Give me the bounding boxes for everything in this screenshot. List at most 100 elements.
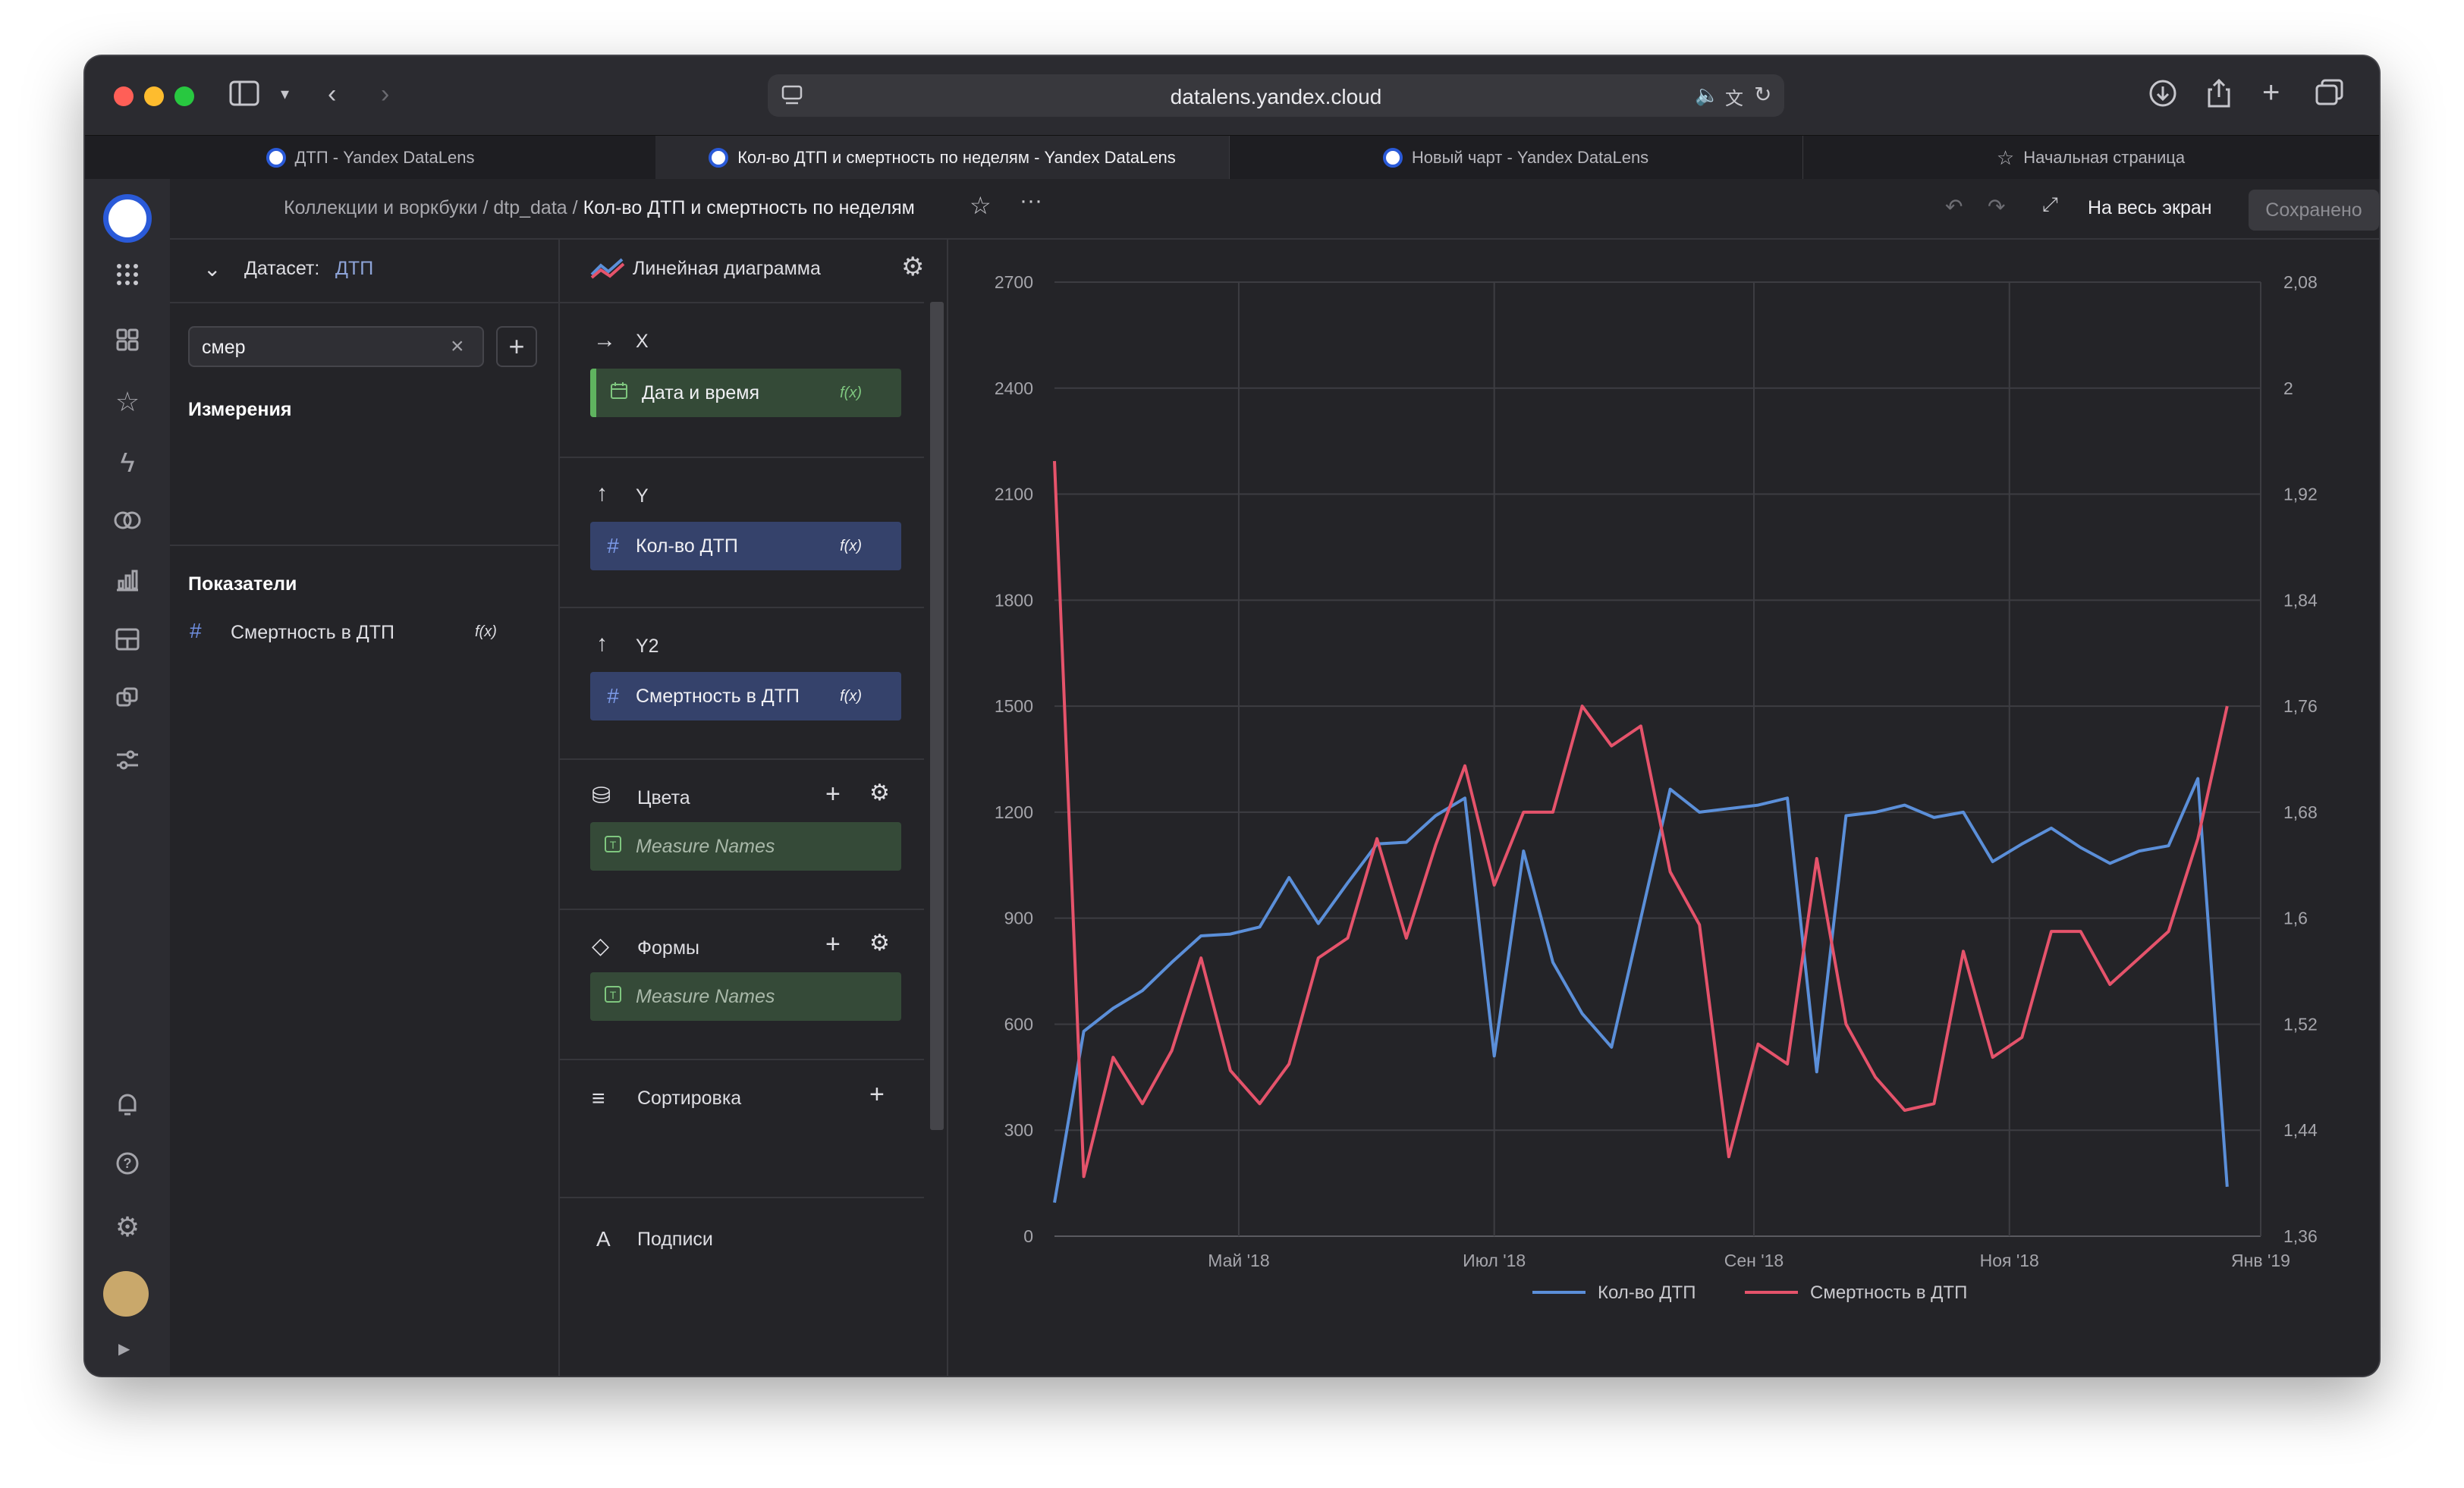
- collections-icon[interactable]: [112, 328, 143, 358]
- series-line-2: [1053, 460, 2229, 1179]
- help-icon[interactable]: ?: [112, 1151, 143, 1182]
- divider: [170, 545, 558, 546]
- settings-sliders-icon[interactable]: [112, 746, 143, 777]
- reports-icon[interactable]: [112, 686, 143, 716]
- favorites-star-icon[interactable]: ☆: [112, 387, 143, 417]
- wizard-scrollbar[interactable]: [930, 302, 944, 1130]
- text-type-icon: T: [590, 834, 636, 859]
- sidebar-toggle-icon[interactable]: [229, 80, 259, 113]
- connections-bolt-icon[interactable]: ϟ: [112, 447, 143, 478]
- chevron-down-icon[interactable]: ▾: [281, 79, 289, 109]
- x-tick-label: Янв '19: [2231, 1251, 2290, 1270]
- add-shape-plus-icon[interactable]: +: [825, 930, 841, 959]
- zoom-window-button[interactable]: [174, 86, 194, 106]
- shapes-settings-gear-icon[interactable]: ⚙: [869, 930, 890, 956]
- x-tick-label: Май '18: [1208, 1251, 1269, 1270]
- speaker-icon[interactable]: 🔈: [1695, 83, 1719, 107]
- y-tick-label: 2700: [995, 272, 1033, 292]
- charts-icon[interactable]: [112, 567, 143, 598]
- minimize-window-button[interactable]: [144, 86, 164, 106]
- hash-icon: #: [190, 619, 202, 642]
- wizard-panel: Линейная диаграмма ⚙ → X Дата и время f(…: [560, 240, 948, 1376]
- chart-area: 0 300 600 900 1200 1500 1800 2100 2400 2700 1,36 1,…: [948, 240, 2379, 1376]
- colors-field-pill[interactable]: T Measure Names: [590, 822, 901, 871]
- tab-dtp[interactable]: ДТП - Yandex DataLens: [85, 136, 656, 180]
- y2-field-pill[interactable]: # Смертность в ДТП f(x): [590, 672, 901, 720]
- notifications-bell-icon[interactable]: [112, 1092, 143, 1122]
- apps-grid-icon[interactable]: [112, 262, 143, 293]
- fullscreen-button[interactable]: На весь экран: [2088, 197, 2212, 219]
- datasets-icon[interactable]: [112, 507, 143, 537]
- datalens-logo-icon: [709, 148, 729, 168]
- x-field-pill[interactable]: Дата и время f(x): [590, 369, 901, 417]
- arrow-up-icon: ↑: [596, 631, 608, 656]
- undo-icon[interactable]: ↶: [1945, 194, 1963, 219]
- chart-type-selector[interactable]: Линейная диаграмма: [633, 258, 821, 280]
- divider: [560, 607, 924, 608]
- section-sort-label: Сортировка: [637, 1088, 742, 1109]
- saved-button[interactable]: Сохранено: [2249, 190, 2379, 231]
- legend-label: Смертность в ДТП: [1810, 1282, 1967, 1303]
- y-tick-label: 2100: [995, 485, 1033, 504]
- more-actions-icon[interactable]: ···: [1020, 188, 1042, 214]
- clear-search-icon[interactable]: ×: [451, 334, 464, 359]
- expand-nav-icon[interactable]: ▶: [118, 1339, 130, 1358]
- section-labels-label: Подписи: [637, 1229, 713, 1250]
- y2-tick-label: 1,36: [2283, 1226, 2318, 1246]
- datalens-logo-icon[interactable]: [103, 194, 152, 243]
- back-button[interactable]: ‹: [328, 79, 336, 109]
- star-icon: ☆: [1996, 146, 2015, 169]
- breadcrumb: Коллекции и воркбуки / dtp_data / Кол-во…: [284, 197, 915, 218]
- breadcrumb-collections[interactable]: Коллекции и воркбуки: [284, 197, 478, 218]
- tab-new-chart[interactable]: Новый чарт - Yandex DataLens: [1229, 136, 1803, 180]
- breadcrumb-dtp-data[interactable]: dtp_data: [493, 197, 567, 218]
- add-color-plus-icon[interactable]: +: [825, 780, 841, 809]
- add-sort-plus-icon[interactable]: +: [869, 1080, 885, 1110]
- hash-icon: #: [607, 534, 619, 557]
- y-tick-label: 0: [1023, 1226, 1033, 1246]
- reload-icon[interactable]: ↻: [1754, 82, 1771, 107]
- formula-icon: f(x): [840, 687, 862, 705]
- tab-current-chart[interactable]: Кол-во ДТП и смертность по неделям - Yan…: [655, 136, 1230, 180]
- section-colors-label: Цвета: [637, 787, 690, 808]
- datalens-logo-icon: [266, 148, 286, 168]
- forward-button[interactable]: ›: [381, 79, 389, 109]
- y2-tick-label: 1,6: [2283, 909, 2308, 928]
- page-title: Кол-во ДТП и смертность по неделям: [583, 197, 915, 218]
- y2-tick-label: 2,08: [2283, 272, 2318, 292]
- field-search-input[interactable]: смер ×: [188, 326, 484, 367]
- add-field-button[interactable]: +: [496, 326, 537, 367]
- translate-icon[interactable]: 文: [1725, 83, 1743, 110]
- dashboards-icon[interactable]: [112, 626, 143, 657]
- x-field-label: Дата и время: [642, 381, 760, 403]
- dataset-name-link[interactable]: ДТП: [335, 258, 373, 280]
- y-tick-label: 1200: [995, 802, 1033, 822]
- colors-settings-gear-icon[interactable]: ⚙: [869, 780, 890, 806]
- datalens-logo-icon: [1382, 148, 1403, 168]
- settings-gear-icon[interactable]: ⚙: [112, 1212, 143, 1242]
- close-window-button[interactable]: [114, 86, 134, 106]
- favorite-star-icon[interactable]: ☆: [970, 191, 992, 220]
- tab-overview-icon[interactable]: [2315, 79, 2344, 113]
- line-chart-icon: [590, 256, 625, 283]
- chart-settings-gear-icon[interactable]: ⚙: [901, 252, 924, 282]
- address-bar[interactable]: datalens.yandex.cloud 🔈 文 ↻: [768, 74, 1784, 117]
- share-icon[interactable]: [2206, 77, 2232, 115]
- shapes-field-pill[interactable]: T Measure Names: [590, 972, 901, 1021]
- series-line-1: [1053, 777, 2229, 1204]
- divider: [560, 302, 924, 303]
- redo-icon[interactable]: ↷: [1988, 194, 2005, 219]
- y2-tick-label: 1,84: [2283, 590, 2318, 610]
- new-tab-icon[interactable]: +: [2262, 77, 2280, 108]
- sort-icon: ≡: [592, 1086, 605, 1111]
- divider: [560, 909, 924, 910]
- downloads-icon[interactable]: [2148, 79, 2177, 115]
- avatar[interactable]: [103, 1271, 149, 1317]
- y-field-pill[interactable]: # Кол-во ДТП f(x): [590, 522, 901, 570]
- left-navigation: ☆ ϟ ? ⚙ ▶: [85, 179, 170, 1376]
- shapes-icon: ◇: [592, 934, 610, 959]
- divider: [560, 1197, 924, 1198]
- chevron-down-icon[interactable]: ⌄: [203, 256, 221, 281]
- tab-start-page[interactable]: ☆ Начальная страница: [1802, 136, 2379, 180]
- fullscreen-icon[interactable]: ⤢: [2042, 193, 2058, 217]
